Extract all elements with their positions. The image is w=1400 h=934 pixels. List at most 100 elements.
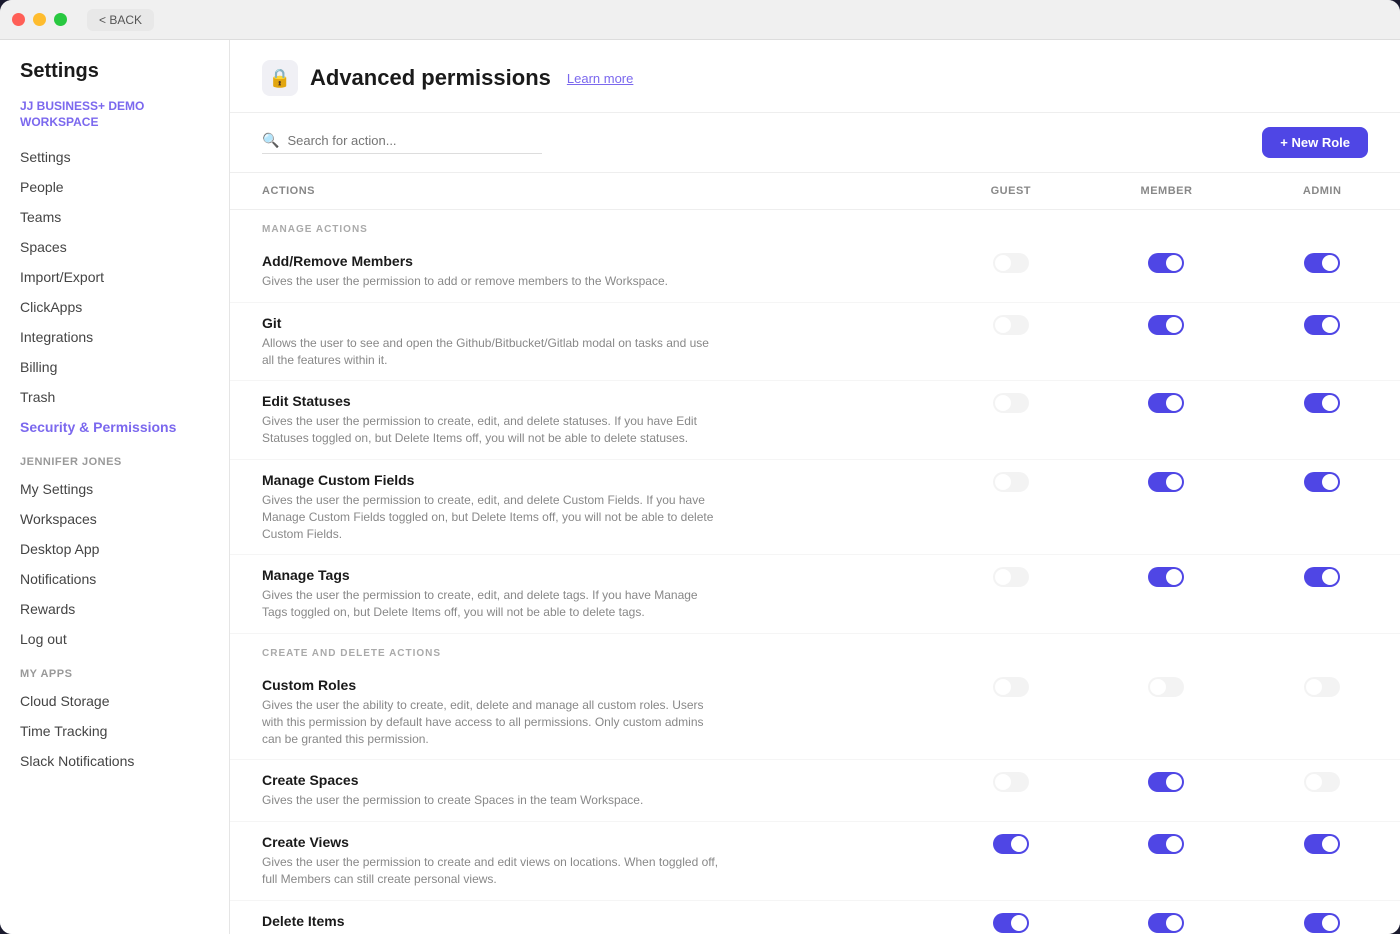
- sidebar-item-desktop-app[interactable]: Desktop App: [0, 534, 229, 564]
- guest-toggle-cell: [933, 241, 1089, 302]
- admin-toggle-cell: [1244, 665, 1400, 760]
- toggle-on[interactable]: [1304, 393, 1340, 413]
- toggle-off-light[interactable]: [993, 472, 1029, 492]
- sidebar-item-notifications[interactable]: Notifications: [0, 564, 229, 594]
- toggle-off-light[interactable]: [993, 677, 1029, 697]
- permissions-body: MANAGE ACTIONSAdd/Remove MembersGives th…: [230, 210, 1400, 934]
- action-name: Git: [262, 315, 917, 331]
- toggle-on[interactable]: [1148, 772, 1184, 792]
- toggle-on[interactable]: [1148, 472, 1184, 492]
- close-dot[interactable]: [12, 13, 25, 26]
- action-info-cell: Create SpacesGives the user the permissi…: [230, 760, 933, 822]
- permissions-table: ACTIONS GUEST MEMBER ADMIN MANAGE ACTION…: [230, 172, 1400, 934]
- search-icon: 🔍: [262, 132, 279, 149]
- sidebar-item-trash[interactable]: Trash: [0, 382, 229, 412]
- guest-toggle-cell: [933, 822, 1089, 901]
- table-row: Edit StatusesGives the user the permissi…: [230, 381, 1400, 460]
- search-input[interactable]: [287, 133, 527, 148]
- toggle-off-light[interactable]: [1304, 677, 1340, 697]
- table-row: Manage TagsGives the user the permission…: [230, 555, 1400, 634]
- action-name: Add/Remove Members: [262, 253, 917, 269]
- admin-toggle-cell: [1244, 302, 1400, 381]
- guest-toggle-cell: [933, 381, 1089, 460]
- delete-items-wrap: Only if created: [1105, 913, 1229, 934]
- toggle-on[interactable]: [993, 834, 1029, 854]
- sidebar-item-integrations[interactable]: Integrations: [0, 322, 229, 352]
- action-name: Create Spaces: [262, 772, 917, 788]
- action-name: Delete Items: [262, 913, 917, 929]
- sidebar-item-workspaces[interactable]: Workspaces: [0, 504, 229, 534]
- toggle-on[interactable]: [1304, 253, 1340, 273]
- action-desc: Allows the user to see and open the Gith…: [262, 335, 722, 369]
- action-info-cell: Add/Remove MembersGives the user the per…: [230, 241, 933, 302]
- new-role-button[interactable]: + New Role: [1262, 127, 1368, 158]
- table-row: Create SpacesGives the user the permissi…: [230, 760, 1400, 822]
- toggle-on[interactable]: [1148, 393, 1184, 413]
- toggle-off-light[interactable]: [993, 253, 1029, 273]
- guest-toggle-cell: Only if created: [933, 900, 1089, 934]
- toggle-off-light[interactable]: [993, 315, 1029, 335]
- toggle-off-light[interactable]: [1304, 772, 1340, 792]
- toggle-on[interactable]: [993, 913, 1029, 933]
- action-info-cell: Custom RolesGives the user the ability t…: [230, 665, 933, 760]
- sidebar-item-security-permissions[interactable]: Security & Permissions: [0, 412, 229, 442]
- toggle-off-light[interactable]: [1148, 677, 1184, 697]
- action-desc: Gives the user the permission to create,…: [262, 492, 722, 542]
- action-info-cell: Edit StatusesGives the user the permissi…: [230, 381, 933, 460]
- toggle-on[interactable]: [1304, 834, 1340, 854]
- sidebar-item-people[interactable]: People: [0, 172, 229, 202]
- member-toggle-cell: [1089, 665, 1245, 760]
- search-box: 🔍: [262, 132, 542, 154]
- page-header: 🔒 Advanced permissions Learn more: [230, 40, 1400, 113]
- sidebar-item-settings[interactable]: Settings: [0, 142, 229, 172]
- sidebar-item-teams[interactable]: Teams: [0, 202, 229, 232]
- sidebar-item-import-export[interactable]: Import/Export: [0, 262, 229, 292]
- back-button[interactable]: < BACK: [87, 9, 154, 31]
- toggle-on[interactable]: [1148, 834, 1184, 854]
- delete-items-wrap: Only if created: [1260, 913, 1384, 934]
- action-name: Manage Tags: [262, 567, 917, 583]
- toggle-on[interactable]: [1304, 315, 1340, 335]
- sidebar: Settings JJ BUSINESS+ DEMO WORKSPACE Set…: [0, 40, 230, 934]
- delete-items-wrap: Only if created: [949, 913, 1073, 934]
- learn-more-link[interactable]: Learn more: [567, 71, 633, 86]
- toggle-off-light[interactable]: [993, 567, 1029, 587]
- app-window: < BACK Settings JJ BUSINESS+ DEMO WORKSP…: [0, 0, 1400, 934]
- toggle-on[interactable]: [1304, 472, 1340, 492]
- section-label: MANAGE ACTIONS: [230, 210, 1400, 242]
- action-info-cell: Create ViewsGives the user the permissio…: [230, 822, 933, 901]
- toggle-on[interactable]: [1148, 567, 1184, 587]
- table-row: Git Allows the user to see and open the G…: [230, 302, 1400, 381]
- guest-col-header: GUEST: [933, 173, 1089, 210]
- sidebar-item-log-out[interactable]: Log out: [0, 624, 229, 654]
- toggle-on[interactable]: [1304, 567, 1340, 587]
- toggle-on[interactable]: [1148, 315, 1184, 335]
- member-toggle-cell: [1089, 822, 1245, 901]
- toggle-on[interactable]: [1148, 913, 1184, 933]
- minimize-dot[interactable]: [33, 13, 46, 26]
- sidebar-item-rewards[interactable]: Rewards: [0, 594, 229, 624]
- sidebar-item-billing[interactable]: Billing: [0, 352, 229, 382]
- sidebar-item-spaces[interactable]: Spaces: [0, 232, 229, 262]
- action-info-cell: Manage TagsGives the user the permission…: [230, 555, 933, 634]
- toggle-off-light[interactable]: [993, 772, 1029, 792]
- member-toggle-cell: [1089, 381, 1245, 460]
- sidebar-item-clickapps[interactable]: ClickApps: [0, 292, 229, 322]
- maximize-dot[interactable]: [54, 13, 67, 26]
- toggle-off-light[interactable]: [993, 393, 1029, 413]
- table-row: Delete ItemsGives the user the permissio…: [230, 900, 1400, 934]
- toggle-on[interactable]: [1304, 913, 1340, 933]
- sidebar-item-my-settings[interactable]: My Settings: [0, 474, 229, 504]
- workspace-nav: SettingsPeopleTeamsSpacesImport/ExportCl…: [0, 142, 229, 442]
- guest-toggle-cell: [933, 665, 1089, 760]
- section-label: CREATE AND DELETE ACTIONS: [230, 633, 1400, 665]
- action-info-cell: Delete ItemsGives the user the permissio…: [230, 900, 933, 934]
- personal-nav: My SettingsWorkspacesDesktop AppNotifica…: [0, 474, 229, 654]
- sidebar-item-cloud-storage[interactable]: Cloud Storage: [0, 686, 229, 716]
- sidebar-item-time-tracking[interactable]: Time Tracking: [0, 716, 229, 746]
- apps-section-label: MY APPS: [0, 654, 229, 686]
- section-header: CREATE AND DELETE ACTIONS: [230, 633, 1400, 665]
- sidebar-item-slack-notifications[interactable]: Slack Notifications: [0, 746, 229, 776]
- member-toggle-cell: [1089, 555, 1245, 634]
- toggle-on[interactable]: [1148, 253, 1184, 273]
